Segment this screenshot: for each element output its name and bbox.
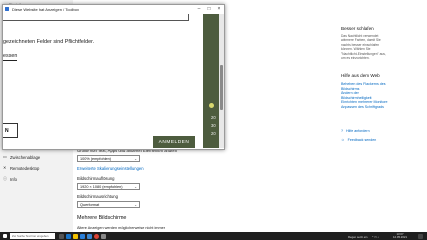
sleep-text: Das Nachtlicht verwendet wärmere Farben,… [341, 34, 386, 60]
web-help-heading: Hilfe aus dem Web [341, 73, 380, 78]
clock-date: 12.05.2021 [393, 235, 407, 239]
small-input-box[interactable]: N [3, 123, 18, 138]
remote-desktop-icon: ✕ [3, 165, 7, 170]
sidebar-item-remote-desktop[interactable]: Remotedesktop [10, 166, 39, 171]
side-number: 30 [211, 123, 216, 128]
tray-icons[interactable]: ^ ▭ ♪ [372, 235, 379, 239]
feedback-row[interactable]: ☺ Feedback senden [341, 138, 376, 142]
field-underline [3, 60, 17, 61]
resolution-label: Bildschirmauflösung [77, 176, 115, 181]
notifications-icon[interactable] [418, 233, 423, 239]
side-number: 20 [211, 131, 216, 136]
chevron-down-icon: ⌄ [134, 185, 137, 189]
orientation-select[interactable]: Querformat ⌄ [77, 201, 140, 208]
chevron-down-icon: ⌄ [134, 203, 137, 207]
help-link[interactable]: Beheben des Flackerns des [341, 82, 388, 87]
multi-display-heading: Mehrere Bildschirme [77, 215, 127, 221]
feedback-icon: ☺ [341, 138, 345, 142]
scale-select[interactable]: 100% (empfohlen) ⌄ [77, 155, 140, 162]
sleep-text-line: um es einzurichten. [341, 56, 370, 61]
orientation-label: Bildschirmausrichtung [77, 194, 118, 199]
help-icon: ? [341, 129, 343, 133]
overlay-dialog: Diese Website hat Anzeigen / Toolbox – □… [2, 4, 225, 150]
mail-icon[interactable] [87, 233, 92, 239]
dialog-title: Diese Website hat Anzeigen / Toolbox [12, 7, 80, 13]
info-icon: ⓘ [3, 176, 7, 181]
sidebar-item-clipboard[interactable]: Zwischenablage [10, 155, 40, 160]
resolution-select[interactable]: 1920 × 1080 (empfohlen) ⌄ [77, 183, 140, 190]
scale-value: 100% (empfohlen) [80, 157, 112, 161]
close-icon[interactable]: × [214, 5, 224, 14]
sleep-heading: Besser schlafen [341, 26, 374, 31]
taskbar-search-placeholder: Zur Suche Text hier eingeben [12, 234, 49, 239]
advanced-scaling-link[interactable]: Erweiterte Skalierungseinstellungen [77, 166, 144, 171]
task-view-icon[interactable] [59, 233, 64, 239]
clipboard-icon: ▭ [3, 154, 7, 159]
indicator-dot-icon [209, 103, 214, 108]
side-number: 20 [211, 115, 216, 120]
app-icon [5, 7, 9, 12]
taskbar: Zur Suche Text hier eingeben Regen setzt… [0, 232, 427, 240]
clock[interactable]: 13:07 12.05.2021 [393, 232, 407, 239]
small-input-label: N [5, 128, 9, 134]
required-fields-note: gezeichneten Felder sind Pflichtfelder. [3, 39, 95, 45]
get-help-link[interactable]: Hilfe anfordern [346, 129, 370, 133]
web-help-links: Beheben des Flackerns des Bildschirms Än… [341, 82, 388, 110]
chevron-down-icon: ⌄ [134, 157, 137, 161]
taskbar-search[interactable]: Zur Suche Text hier eingeben [10, 233, 55, 239]
weather-text[interactable]: Regen setzt ein [348, 235, 367, 239]
store-icon[interactable] [80, 233, 85, 239]
maximize-icon[interactable]: □ [204, 5, 214, 14]
file-explorer-icon[interactable] [73, 233, 78, 239]
settings-app-icon[interactable] [101, 233, 106, 239]
form-field-text: essen [3, 53, 18, 59]
feedback-link[interactable]: Feedback senden [348, 138, 377, 142]
resolution-value: 1920 × 1080 (empfohlen) [80, 185, 123, 189]
get-help-row[interactable]: ? Hilfe anfordern [341, 129, 370, 133]
minimize-icon[interactable]: – [194, 5, 204, 14]
edge-icon[interactable] [66, 233, 71, 239]
orientation-value: Querformat [80, 203, 100, 207]
scrollbar-thumb[interactable] [220, 65, 223, 110]
multi-display-text: Ältere Anzeigen werden möglicherweise ni… [77, 226, 166, 230]
form-content: gezeichneten Felder sind Pflichtfelder. … [3, 14, 203, 148]
top-input-field[interactable] [3, 14, 189, 21]
help-link[interactable]: Anpassen des Schriftgrads [341, 105, 388, 110]
sidebar-item-info[interactable]: Info [10, 177, 17, 182]
side-panel: 20 30 20 [203, 14, 219, 148]
chrome-icon[interactable] [94, 233, 99, 239]
start-icon[interactable] [3, 234, 7, 238]
login-button[interactable]: ANMELDEN [153, 136, 195, 148]
